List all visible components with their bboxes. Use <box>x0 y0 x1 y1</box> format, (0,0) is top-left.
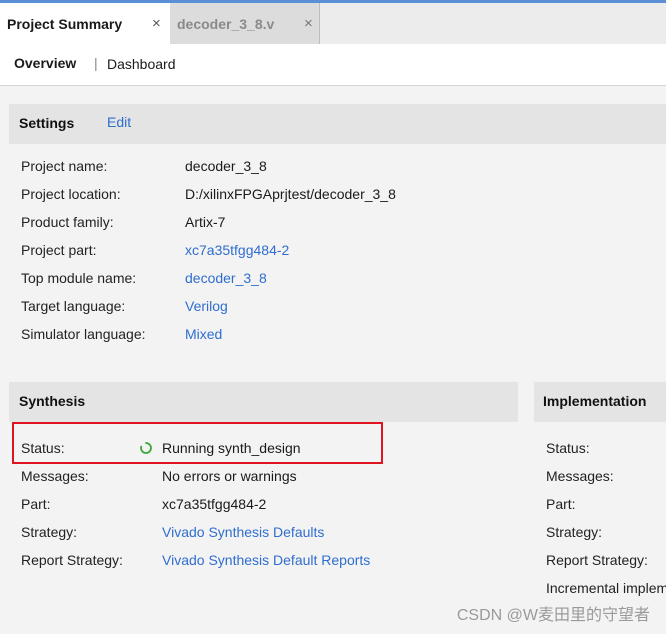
settings-edit-link[interactable]: Edit <box>107 114 131 130</box>
synthesis-label-strategy: Strategy: <box>21 524 78 540</box>
synthesis-label-report-strategy: Report Strategy: <box>21 552 123 568</box>
tab-project-summary[interactable]: Project Summary × <box>0 3 170 44</box>
summary-content: Settings Edit Project name: decoder_3_8 … <box>0 86 666 634</box>
synthesis-value-status: Running synth_design <box>162 440 301 456</box>
implementation-label-status: Status: <box>546 440 590 456</box>
settings-label-product-family: Product family: <box>21 214 114 230</box>
settings-link-top-module[interactable]: decoder_3_8 <box>185 270 267 286</box>
close-icon[interactable]: × <box>152 16 161 32</box>
settings-link-simulator-language[interactable]: Mixed <box>185 326 222 342</box>
subnav-separator: | <box>94 55 98 71</box>
tab-project-summary-label: Project Summary <box>7 15 123 32</box>
synthesis-value-part: xc7a35tfgg484-2 <box>162 496 267 512</box>
tab-decoder-3-8-v[interactable]: decoder_3_8.v × <box>170 3 320 44</box>
subnav-overview[interactable]: Overview <box>14 55 76 71</box>
settings-label-project-name: Project name: <box>21 158 108 174</box>
synthesis-title: Synthesis <box>19 393 86 409</box>
settings-link-project-part[interactable]: xc7a35tfgg484-2 <box>185 242 289 258</box>
implementation-label-report-strategy: Report Strategy: <box>546 552 648 568</box>
settings-label-project-location: Project location: <box>21 186 121 202</box>
subnav-dashboard[interactable]: Dashboard <box>107 56 176 72</box>
vivado-project-summary-window: Project Summary × decoder_3_8.v × Overvi… <box>0 0 666 634</box>
progress-spinner-icon <box>140 442 152 454</box>
settings-label-project-part: Project part: <box>21 242 97 258</box>
settings-label-target-language: Target language: <box>21 298 126 314</box>
implementation-label-messages: Messages: <box>546 468 614 484</box>
summary-subnav: Overview | Dashboard <box>0 44 666 86</box>
implementation-rows: Status: Messages: Part: Strategy: Report… <box>546 86 666 634</box>
editor-tab-strip: Project Summary × decoder_3_8.v × <box>0 0 666 44</box>
implementation-label-part: Part: <box>546 496 576 512</box>
synthesis-link-report-strategy[interactable]: Vivado Synthesis Default Reports <box>162 552 370 568</box>
settings-value-product-family: Artix-7 <box>185 214 226 230</box>
synthesis-link-strategy[interactable]: Vivado Synthesis Defaults <box>162 524 324 540</box>
implementation-label-strategy: Strategy: <box>546 524 603 540</box>
settings-label-top-module: Top module name: <box>21 270 137 286</box>
synthesis-section-header: Synthesis <box>9 382 518 422</box>
synthesis-label-messages: Messages: <box>21 468 89 484</box>
settings-link-target-language[interactable]: Verilog <box>185 298 228 314</box>
settings-value-project-name: decoder_3_8 <box>185 158 267 174</box>
close-icon[interactable]: × <box>304 16 313 32</box>
implementation-label-incremental: Incremental implem <box>546 580 666 596</box>
synthesis-value-messages: No errors or warnings <box>162 468 297 484</box>
settings-label-simulator-language: Simulator language: <box>21 326 146 342</box>
settings-value-project-location: D:/xilinxFPGAprjtest/decoder_3_8 <box>185 186 396 202</box>
tab-decoder-3-8-v-label: decoder_3_8.v <box>177 15 275 32</box>
synthesis-label-part: Part: <box>21 496 51 512</box>
synthesis-label-status: Status: <box>21 440 65 456</box>
csdn-watermark: CSDN @W麦田里的守望者 <box>456 607 650 624</box>
settings-title: Settings <box>19 115 75 131</box>
